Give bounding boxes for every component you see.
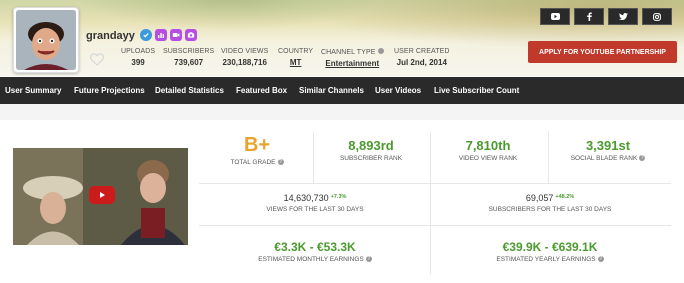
help-icon[interactable] — [377, 48, 384, 54]
uploads-value: 399 — [131, 58, 145, 67]
channel-username: grandayy — [86, 30, 135, 42]
nav-future-projections[interactable]: Future Projections — [74, 86, 145, 95]
country-link[interactable]: MT — [278, 58, 313, 67]
created-value: Jul 2nd, 2014 — [396, 58, 447, 67]
total-grade: B+ TOTAL GRADE? — [220, 134, 294, 166]
twitter-icon[interactable] — [608, 8, 638, 25]
monthly-earnings-label-text: ESTIMATED MONTHLY EARNINGS — [258, 256, 364, 263]
channel-avatar[interactable] — [13, 7, 79, 73]
play-button-icon[interactable] — [89, 186, 115, 204]
divider — [199, 183, 671, 184]
views-30-days: 14,630,730 +7.3% VIEWS FOR THE LAST 30 DA… — [230, 193, 400, 213]
video-view-rank-value: 7,810th — [465, 138, 511, 153]
subscriber-rank-label: SUBSCRIBER RANK — [339, 155, 403, 162]
subscriber-rank: 8,893rd SUBSCRIBER RANK — [320, 138, 422, 162]
bar-chart-icon[interactable] — [155, 29, 167, 41]
created-label: USER CREATED — [394, 48, 450, 55]
yearly-earnings: €39.9K - €639.1K ESTIMATED YEARLY EARNIN… — [455, 240, 645, 263]
social-blade-rank: 3,391st SOCIAL BLADE RANK? — [556, 138, 660, 162]
views-30-days-label: VIEWS FOR THE LAST 30 DAYS — [266, 206, 364, 213]
social-blade-rank-value: 3,391st — [585, 138, 631, 153]
nav-user-videos[interactable]: User Videos — [375, 86, 421, 95]
youtube-icon[interactable] — [540, 8, 570, 25]
help-icon[interactable]: ? — [277, 159, 284, 165]
monthly-earnings-label: ESTIMATED MONTHLY EARNINGS? — [230, 256, 400, 263]
channel-type-stat: CHANNEL TYPE Entertainment — [321, 48, 384, 68]
country-label: COUNTRY — [278, 48, 314, 55]
video-icon[interactable] — [170, 29, 182, 41]
country-stat: COUNTRY MT — [278, 48, 313, 67]
yearly-earnings-label: ESTIMATED YEARLY EARNINGS? — [455, 256, 645, 263]
nav-featured-box[interactable]: Featured Box — [236, 86, 287, 95]
social-links — [540, 8, 672, 25]
subs-30-days-label: SUBSCRIBERS FOR THE LAST 30 DAYS — [488, 206, 612, 213]
uploads-label: UPLOADS — [121, 48, 156, 55]
views-30-days-value: 14,630,730 — [283, 193, 329, 203]
apply-partnership-button[interactable]: APPLY FOR YOUTUBE PARTNERSHIP — [528, 41, 677, 63]
views-stat: VIDEO VIEWS 230,188,716 — [221, 48, 268, 67]
channel-type-label-text: CHANNEL TYPE — [321, 49, 376, 56]
subscribers-value: 739,607 — [174, 58, 204, 67]
monthly-earnings-value: €3.3K - €53.3K — [274, 240, 356, 254]
nav-detailed-statistics[interactable]: Detailed Statistics — [155, 86, 224, 95]
total-grade-value: B+ — [243, 134, 271, 156]
video-view-rank-label: VIDEO VIEW RANK — [458, 155, 518, 162]
views-30-days-change: +7.3% — [330, 194, 347, 200]
help-icon[interactable]: ? — [365, 256, 372, 262]
instagram-icon[interactable] — [642, 8, 672, 25]
views-value: 230,188,716 — [222, 58, 267, 67]
avatar-image — [16, 10, 76, 70]
divider — [548, 131, 549, 183]
subs-30-days: 69,057 +48.2% SUBSCRIBERS FOR THE LAST 30… — [455, 193, 645, 213]
subscribers-stat: SUBSCRIBERS 739,607 — [163, 48, 214, 67]
subscribers-label: SUBSCRIBERS — [163, 48, 215, 55]
help-icon[interactable]: ? — [639, 155, 646, 161]
subs-30-days-change: +48.2% — [555, 194, 575, 200]
divider — [199, 225, 671, 226]
banner-decoration — [80, 0, 380, 30]
nav-similar-channels[interactable]: Similar Channels — [299, 86, 364, 95]
views-label: VIDEO VIEWS — [221, 48, 269, 55]
video-view-rank: 7,810th VIDEO VIEW RANK — [436, 138, 540, 162]
yearly-earnings-value: €39.9K - €639.1K — [502, 240, 598, 254]
divider — [313, 131, 314, 183]
subs-30-days-value-line: 69,057 +48.2% — [455, 193, 645, 203]
total-grade-label: TOTAL GRADE? — [220, 159, 294, 166]
channel-type-label: CHANNEL TYPE — [321, 48, 384, 56]
social-blade-rank-label-text: SOCIAL BLADE RANK — [570, 155, 638, 162]
channel-nav: User Summary Future Projections Detailed… — [0, 77, 684, 104]
nav-live-subscriber-count[interactable]: Live Subscriber Count — [434, 86, 519, 95]
views-30-days-value-line: 14,630,730 +7.3% — [230, 193, 400, 203]
featured-video[interactable] — [13, 148, 188, 245]
social-blade-rank-label: SOCIAL BLADE RANK? — [556, 155, 660, 162]
subs-30-days-value: 69,057 — [525, 193, 554, 203]
divider — [430, 131, 431, 183]
uploads-stat: UPLOADS 399 — [121, 48, 155, 67]
monthly-earnings: €3.3K - €53.3K ESTIMATED MONTHLY EARNING… — [230, 240, 400, 263]
favorite-heart-icon[interactable] — [89, 53, 105, 71]
channel-type-link[interactable]: Entertainment — [321, 59, 384, 68]
subscriber-rank-value: 8,893rd — [348, 138, 394, 153]
channel-badges — [140, 29, 197, 41]
verified-icon — [140, 29, 152, 41]
divider — [430, 184, 431, 274]
camera-icon[interactable] — [185, 29, 197, 41]
facebook-icon[interactable] — [574, 8, 604, 25]
help-icon[interactable]: ? — [597, 256, 604, 262]
nav-user-summary[interactable]: User Summary — [5, 86, 61, 95]
yearly-earnings-label-text: ESTIMATED YEARLY EARNINGS — [496, 256, 596, 263]
created-stat: USER CREATED Jul 2nd, 2014 — [394, 48, 450, 67]
total-grade-label-text: TOTAL GRADE — [230, 159, 276, 166]
